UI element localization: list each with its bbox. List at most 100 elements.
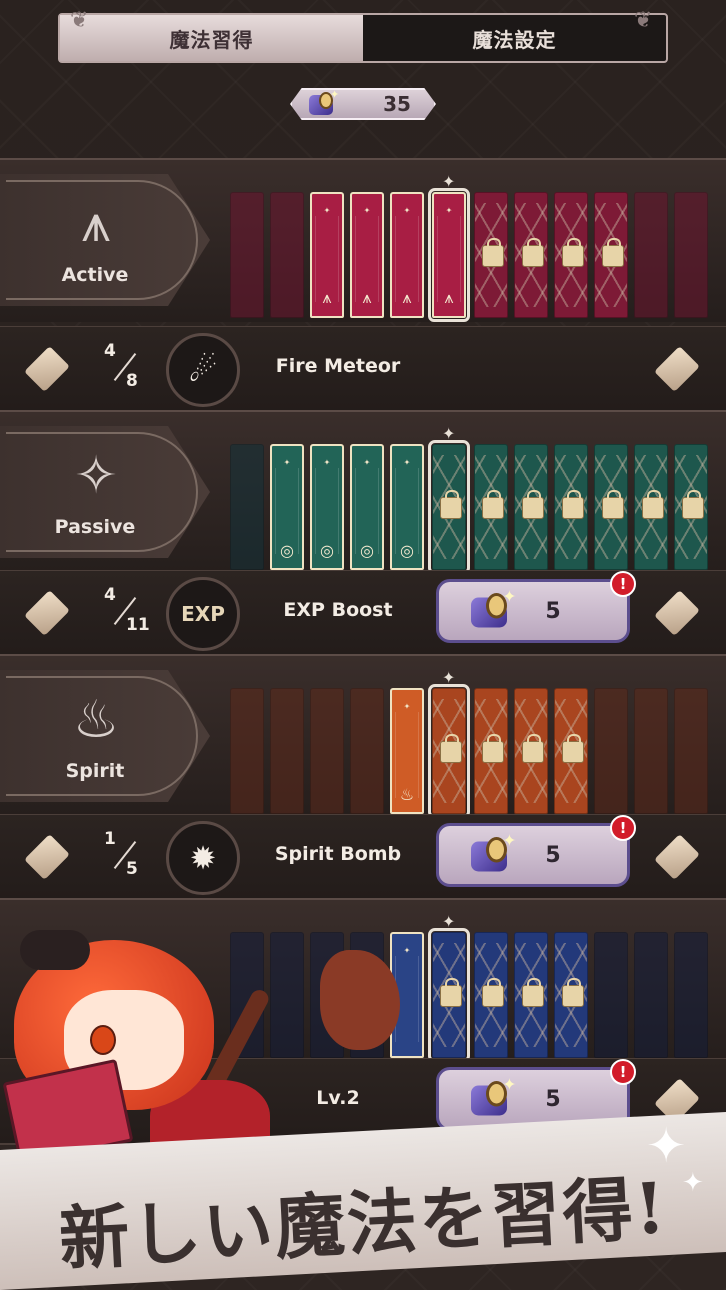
book-slot[interactable] bbox=[310, 688, 344, 814]
book-locked[interactable] bbox=[514, 192, 548, 318]
book-locked[interactable] bbox=[554, 192, 588, 318]
spirit-bomb-icon[interactable]: ✹ bbox=[166, 821, 240, 895]
next-arrow-button[interactable] bbox=[644, 587, 710, 639]
learned-count: 4 11 bbox=[104, 585, 150, 635]
fire-meteor-icon[interactable]: ☄ bbox=[166, 333, 240, 407]
shelf-active: ⩚ Active ✦ ⩚ ✦ ⩚ ✦ ⩚ ✦ ⩚ ✦ bbox=[0, 158, 726, 322]
book-selected[interactable] bbox=[428, 928, 470, 1062]
book-locked[interactable] bbox=[594, 192, 628, 318]
skill-bar-passive: 4 11 EXP EXP Boost ✦ 5 ! bbox=[0, 570, 726, 657]
book-locked[interactable] bbox=[474, 932, 508, 1058]
book-locked[interactable] bbox=[514, 688, 548, 814]
active-magic-icon: ⩚ bbox=[81, 193, 111, 254]
book-slot[interactable] bbox=[634, 932, 668, 1058]
lock-icon bbox=[522, 238, 544, 267]
book-locked[interactable] bbox=[594, 444, 628, 570]
tab-magic-settings[interactable]: 魔法設定 bbox=[363, 15, 666, 61]
lock-icon bbox=[562, 734, 584, 763]
skill-name: Fire Meteor bbox=[275, 355, 401, 377]
book-slot[interactable] bbox=[674, 192, 708, 318]
lock-icon bbox=[440, 734, 462, 763]
book-slot[interactable] bbox=[230, 192, 264, 318]
book-locked[interactable] bbox=[474, 688, 508, 814]
tab-learn-magic[interactable]: 魔法習得 bbox=[60, 15, 363, 61]
lock-icon bbox=[642, 490, 664, 519]
book-slot[interactable] bbox=[230, 688, 264, 814]
skill-name: Spirit Bomb bbox=[274, 843, 402, 865]
book-locked[interactable] bbox=[514, 932, 548, 1058]
book-slot[interactable] bbox=[594, 932, 628, 1058]
lock-icon bbox=[482, 490, 504, 519]
book-slot[interactable] bbox=[674, 932, 708, 1058]
skill-bar-spirit: 15 ✹ Spirit Bomb ✦ 5 ! bbox=[0, 814, 726, 901]
book-selected[interactable]: ✦ ⩚ bbox=[428, 188, 470, 322]
book-slot[interactable] bbox=[350, 688, 384, 814]
book-slot[interactable] bbox=[270, 688, 304, 814]
book-locked[interactable] bbox=[474, 444, 508, 570]
book-locked[interactable] bbox=[514, 444, 548, 570]
learn-cost-button[interactable]: ✦ 5 bbox=[436, 823, 630, 887]
book-locked[interactable] bbox=[474, 192, 508, 318]
exp-boost-icon[interactable]: EXP bbox=[166, 577, 240, 651]
lock-icon bbox=[482, 734, 504, 763]
passive-magic-icon: ✧ bbox=[74, 446, 118, 506]
book-slot[interactable] bbox=[634, 192, 668, 318]
magic-key-currency: ✦ 35 bbox=[290, 88, 436, 120]
book-slot[interactable] bbox=[270, 192, 304, 318]
selection-marker-icon: ✦ bbox=[442, 424, 456, 443]
skill-bar-active: 48 ☄ Fire Meteor bbox=[0, 326, 726, 413]
lock-icon bbox=[562, 978, 584, 1007]
book-locked[interactable] bbox=[674, 444, 708, 570]
skill-name: EXP Boost bbox=[283, 599, 393, 621]
book-locked[interactable] bbox=[554, 932, 588, 1058]
magic-tabs: 魔法習得 魔法設定 bbox=[58, 13, 668, 63]
lock-icon bbox=[562, 490, 584, 519]
spirit-flame-icon: ♨ bbox=[72, 690, 120, 750]
book-learned[interactable]: ✦ ◎ bbox=[310, 444, 344, 570]
sparkle-icon: ✦ bbox=[646, 1118, 687, 1174]
next-arrow-button[interactable] bbox=[644, 343, 710, 395]
alert-badge: ! bbox=[610, 815, 636, 841]
lock-icon bbox=[682, 490, 704, 519]
lock-icon bbox=[562, 238, 584, 267]
book-row: ✦ ◎ ✦ ◎ ✦ ◎ ✦ ◎ ✦ bbox=[228, 424, 726, 574]
currency-amount: 35 bbox=[383, 92, 411, 116]
lock-icon bbox=[440, 490, 462, 519]
prev-arrow-button[interactable] bbox=[14, 587, 80, 639]
book-selected[interactable] bbox=[428, 440, 470, 574]
book-row: ✦ ⩚ ✦ ⩚ ✦ ⩚ ✦ ⩚ ✦ bbox=[228, 172, 726, 322]
learn-cost-button[interactable]: ✦ 5 bbox=[436, 579, 630, 643]
prev-arrow-button[interactable] bbox=[14, 343, 80, 395]
lock-icon bbox=[602, 490, 624, 519]
book-learned[interactable]: ✦ ⩚ bbox=[310, 192, 344, 318]
shelf-spirit: ♨ Spirit ✦ ♨ ✦ bbox=[0, 654, 726, 818]
lock-icon bbox=[522, 734, 544, 763]
book-locked[interactable] bbox=[554, 688, 588, 814]
learned-count: 48 bbox=[104, 341, 138, 391]
magic-key-gem-icon: ✦ bbox=[467, 831, 518, 875]
book-learned[interactable]: ✦ ⩚ bbox=[390, 192, 424, 318]
alert-badge: ! bbox=[610, 571, 636, 597]
book-learned[interactable]: ✦ ◎ bbox=[270, 444, 304, 570]
next-arrow-button[interactable] bbox=[644, 831, 710, 883]
book-slot[interactable] bbox=[634, 688, 668, 814]
book-locked[interactable] bbox=[634, 444, 668, 570]
lock-icon bbox=[440, 978, 462, 1007]
book-learned[interactable]: ✦ ⩚ bbox=[350, 192, 384, 318]
magic-key-gem-icon: ✦ bbox=[467, 1075, 518, 1119]
book-learned[interactable]: ✦ ◎ bbox=[350, 444, 384, 570]
book-slot[interactable] bbox=[230, 444, 264, 570]
book-selected[interactable] bbox=[428, 684, 470, 818]
shelf-passive: ✧ Passive ✦ ◎ ✦ ◎ ✦ ◎ ✦ ◎ ✦ bbox=[0, 410, 726, 574]
book-learned[interactable]: ✦ ◎ bbox=[390, 444, 424, 570]
book-slot[interactable] bbox=[594, 688, 628, 814]
category-name: Passive bbox=[54, 516, 136, 538]
lock-icon bbox=[482, 238, 504, 267]
lock-icon bbox=[522, 978, 544, 1007]
learned-count: 15 bbox=[104, 829, 138, 879]
prev-arrow-button[interactable] bbox=[14, 831, 80, 883]
book-locked[interactable] bbox=[554, 444, 588, 570]
book-learned[interactable]: ✦ ♨ bbox=[390, 688, 424, 814]
alert-badge: ! bbox=[610, 1059, 636, 1085]
book-slot[interactable] bbox=[674, 688, 708, 814]
